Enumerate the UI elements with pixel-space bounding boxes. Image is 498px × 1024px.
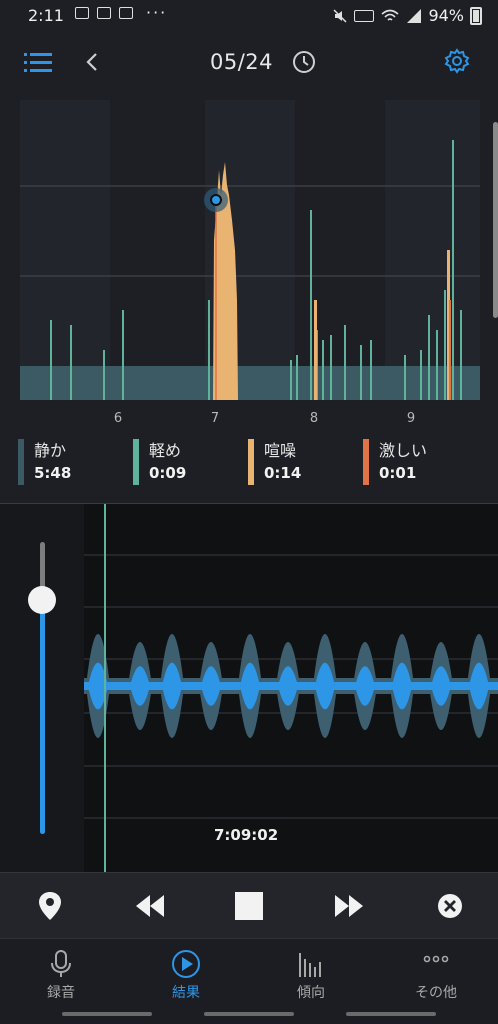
legend-label: 静か <box>34 441 67 460</box>
playback-controls <box>0 872 498 938</box>
gesture-bar <box>62 1012 152 1016</box>
volte-icon <box>354 9 375 22</box>
dropbox-icon <box>97 7 111 19</box>
legend-value: 0:14 <box>264 464 302 482</box>
nav-label: 録音 <box>47 985 75 1001</box>
legend-swatch <box>363 439 369 485</box>
legend-swatch <box>133 439 139 485</box>
status-bar: 2:11 ··· 94% <box>0 0 498 32</box>
nav-label: 傾向 <box>297 985 325 1001</box>
page-title: 05/24 <box>210 50 274 74</box>
playhead-marker[interactable] <box>210 194 222 206</box>
clock-icon[interactable] <box>292 50 316 74</box>
chart-canvas <box>20 100 480 400</box>
sound-chart[interactable]: 6 7 8 9 <box>0 100 498 435</box>
loud-spike <box>449 300 451 400</box>
legend-label: 軽め <box>149 441 182 460</box>
x-tick-label: 9 <box>406 411 416 426</box>
legend-value: 0:09 <box>149 464 187 482</box>
hour-band <box>385 100 480 400</box>
play-circle-icon <box>172 950 200 978</box>
marker-icon[interactable] <box>34 890 66 922</box>
x-tick-label: 7 <box>210 411 220 426</box>
waveform <box>84 504 498 872</box>
nav-label: 結果 <box>172 985 200 1001</box>
legend: 静か 5:48 軽め 0:09 喧噪 0:14 激しい 0:01 <box>18 437 488 487</box>
battery-percent: 94% <box>428 6 464 25</box>
wifi-icon <box>381 9 399 21</box>
current-time: 7:09:02 <box>214 826 279 844</box>
gallery-icon <box>75 7 89 19</box>
x-tick-label: 8 <box>309 411 319 426</box>
volume-level <box>40 600 45 834</box>
battery-icon <box>470 6 482 25</box>
more-icon <box>423 955 449 963</box>
signal-icon <box>407 8 422 23</box>
legend-label: 喧噪 <box>264 441 297 460</box>
hour-band <box>110 100 205 400</box>
back-icon[interactable] <box>84 50 100 74</box>
waveform-panel[interactable]: 7:09:02 <box>84 504 498 872</box>
audio-player: 7:09:02 <box>0 504 498 872</box>
scrollbar[interactable] <box>493 122 498 318</box>
noisy-spike <box>314 300 317 400</box>
mute-icon <box>333 8 347 23</box>
microphone-icon <box>51 950 71 977</box>
legend-value: 0:01 <box>379 464 417 482</box>
legend-label: 激しい <box>379 441 428 460</box>
rewind-icon[interactable] <box>134 890 166 922</box>
nav-label: その他 <box>415 985 457 1001</box>
header: 05/24 <box>0 36 498 88</box>
legend-swatch <box>248 439 254 485</box>
more-notifications-icon: ··· <box>146 3 168 22</box>
nav-record[interactable]: 録音 <box>16 945 106 1005</box>
legend-value: 5:48 <box>34 464 72 482</box>
gear-icon[interactable] <box>444 48 470 74</box>
nav-other[interactable]: その他 <box>391 945 481 1005</box>
close-icon[interactable] <box>434 890 466 922</box>
nav-trends[interactable]: 傾向 <box>266 945 356 1005</box>
gesture-bar <box>204 1012 294 1016</box>
x-tick-label: 6 <box>113 411 123 426</box>
bar-chart-icon <box>299 953 321 977</box>
gesture-bar <box>346 1012 436 1016</box>
hour-band <box>20 100 110 400</box>
volume-thumb[interactable] <box>28 586 56 615</box>
notification-icons <box>75 7 133 19</box>
menu-icon[interactable] <box>24 52 52 74</box>
status-time: 2:11 <box>28 6 64 25</box>
fast-forward-icon[interactable] <box>333 890 365 922</box>
nav-results[interactable]: 結果 <box>141 945 231 1005</box>
quiet-baseline <box>20 366 480 400</box>
stop-icon[interactable] <box>233 890 265 922</box>
app-icon <box>119 7 133 19</box>
legend-swatch <box>18 439 24 485</box>
system-icons: 94% <box>332 6 482 25</box>
